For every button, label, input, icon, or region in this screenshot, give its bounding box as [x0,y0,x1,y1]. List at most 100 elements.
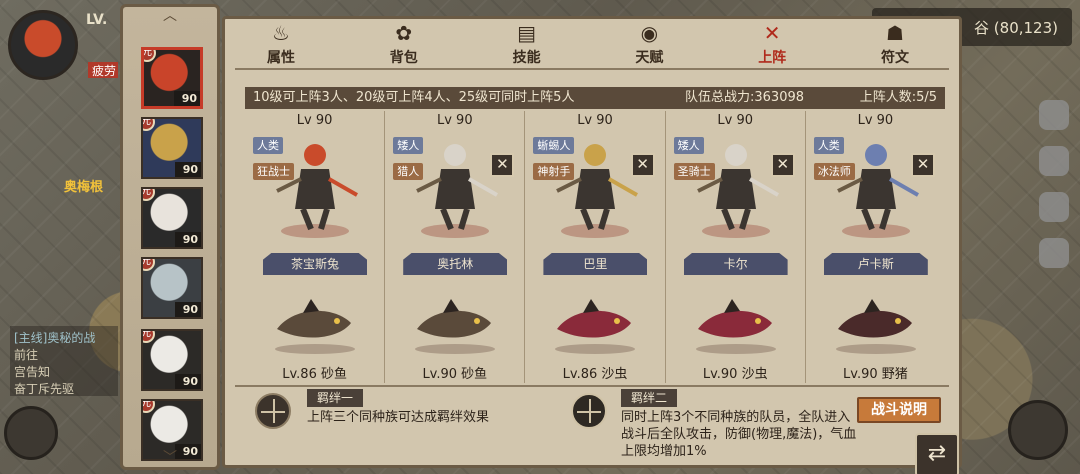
tab-attributes[interactable]: ♨ 属性 [243,19,319,67]
pet-name: Lv.86 砂鱼 [282,367,347,382]
class-tag: 冰法师 [813,163,855,180]
hud-left: LV. 疲劳 奥梅根 [主线]奥秘的战 前往 宫告知 奋丁斥先驱 [0,0,118,474]
tab-bag[interactable]: ✿ 背包 [366,19,442,67]
bond-two-desc: 同时上阵3个不同种族的队员，全队进入 战斗后全队攻击，防御(物理,魔法)，气血 … [621,410,857,459]
player-level: LV. [86,12,108,28]
tab-runes[interactable]: ☗ 符文 [857,19,933,67]
action-button[interactable] [1008,400,1068,460]
race-tag: 蜥蜴人 [533,137,575,154]
pet-sprite [403,293,507,357]
side-button[interactable] [1039,100,1069,130]
lineup-slot[interactable]: Lv 90 人类狂战士茶宝斯兔 Lv.86 砂鱼 [245,111,386,383]
bond-two-icon[interactable] [571,393,607,429]
team-power: 队伍总战力:363098 [685,90,805,105]
lineup-count: 上阵人数:5/5 [859,90,937,105]
hero-level-label: Lv 90 [296,113,333,128]
bond-two-title: 羁绊二 [621,389,678,407]
hero-level: 90 [175,232,201,247]
tab-talent[interactable]: ◉ 天赋 [611,19,687,67]
close-icon[interactable]: ✕ [630,153,655,177]
hero-name: 卢卡斯 [823,253,928,275]
tab-label: 天赋 [635,50,664,66]
pet-sprite [263,293,367,357]
close-icon[interactable]: ✕ [911,153,936,177]
joystick-button[interactable] [4,406,58,460]
race-tag: 矮人 [393,137,424,154]
lineup-rule: 10级可上阵3人、20级可上阵4人、25级可同时上阵5人 [253,90,575,105]
class-tag: 神射手 [533,163,575,180]
pet-name: Lv.90 沙虫 [702,367,768,382]
tab-label: 背包 [389,50,418,66]
close-icon[interactable]: ✕ [490,153,515,177]
scroll-down-icon[interactable]: ﹀ [123,451,217,465]
hero-name: 卡尔 [683,253,788,275]
battle-explanation-button[interactable]: 战斗说明 [857,397,941,423]
bond-one-title: 羁绊一 [307,389,364,407]
tab-skills[interactable]: ▤ 技能 [489,19,565,67]
hero-list[interactable]: ︿ 元 90 元 90 元 90 元 90 元 90 元 90 ﹀ [120,4,220,470]
tab-bar: ♨ 属性 ✿ 背包 ▤ 技能 ◉ 天赋 ✕ 上阵 ☗ 符文 [225,19,959,67]
hud-right-buttons [1034,100,1074,284]
tab-label: 技能 [512,50,541,66]
race-tag: 人类 [253,137,283,154]
class-tag: 圣骑士 [673,163,715,180]
lineup-slot[interactable]: Lv 90 人类 冰法师 ✕ 卢卡斯 Lv.90 野猪 [806,111,945,383]
bond-one-desc: 上阵三个同种族可达成羁绊效果 [307,410,490,425]
class-tag: 狂战士 [253,163,294,180]
pet-sprite [543,293,647,357]
pet-name: Lv.86 沙虫 [562,367,628,382]
hero-name: 巴里 [543,253,648,275]
quest-line: [主线]奥秘的战 [14,331,96,345]
hero-slot[interactable]: 元 90 [141,329,203,391]
lineup-slot[interactable]: Lv 90 矮人圣骑士 ✕ 卡尔 Lv.90 沙虫 [666,111,806,383]
status-badge: 疲劳 [88,62,118,78]
team-panel: ♨ 属性 ✿ 背包 ▤ 技能 ◉ 天赋 ✕ 上阵 ☗ 符文 10级可上阵3人、2… [222,16,962,474]
pet-sprite [684,293,788,357]
quest-line: 宫告知 [14,365,51,379]
scroll-up-icon[interactable]: ︿ [123,9,217,23]
hero-level: 90 [175,162,201,177]
class-tag: 猎人 [393,163,424,180]
race-tag: 人类 [813,137,844,154]
pet-sprite [824,293,928,357]
bond-one-icon[interactable] [255,393,291,429]
crossed-swords-icon: ✕ [763,21,781,45]
side-button[interactable] [1039,238,1069,268]
tab-lineup[interactable]: ✕ 上阵 [734,19,810,67]
player-avatar[interactable] [8,10,78,80]
quest-line: 奋丁斥先驱 [14,382,75,396]
pet-name: Lv.90 砂鱼 [422,367,488,382]
hero-name: 奥托林 [403,253,508,275]
flame-icon: ♨ [272,21,290,45]
quest-line: 前往 [14,348,39,362]
side-button[interactable] [1039,146,1069,176]
swap-icon[interactable]: ⇄ [915,433,959,474]
tab-label: 属性 [267,50,295,66]
hero-slot[interactable]: 元 90 [141,117,203,179]
side-button[interactable] [1039,192,1069,222]
lineup-columns: Lv 90 人类 狂战士 茶宝斯兔 Lv.86 砂鱼 Lv 90 矮人 猎人 ✕ 奥托林 L… [245,111,945,383]
hero-level: 90 [175,374,201,389]
lineup-slot[interactable]: Lv 90 矮人猎人 ✕ 奥托林 Lv.90 砂鱼 [385,111,526,383]
eye-icon: ◉ [640,21,659,45]
hero-level-label: Lv 90 [436,113,473,128]
quest-tracker[interactable]: [主线]奥秘的战 前往 宫告知 奋丁斥先驱 [10,326,118,396]
lineup-slot[interactable]: Lv 90 蜥蜴人神射手 ✕ 巴里 Lv.86 沙虫 [525,111,666,383]
tab-label: 符文 [880,50,909,66]
tab-label: 上阵 [758,50,787,66]
hero-level-label: Lv 90 [577,113,613,128]
hero-level: 90 [175,302,201,317]
hero-slot[interactable]: 元 90 [141,257,203,319]
race-tag: 矮人 [673,137,704,154]
hero-name: 茶宝斯兔 [263,253,367,275]
divider [235,68,949,70]
hero-level-label: Lv 90 [717,113,754,128]
hero-slot[interactable]: 元 90 [141,47,203,109]
hero-slot[interactable]: 元 90 [141,187,203,249]
divider [235,385,949,387]
npc-name: 奥梅根 [64,180,104,195]
hero-level-label: Lv 90 [857,113,894,128]
bag-icon: ✿ [395,21,413,45]
close-icon[interactable]: ✕ [770,153,795,177]
hero-level: 90 [174,91,200,106]
